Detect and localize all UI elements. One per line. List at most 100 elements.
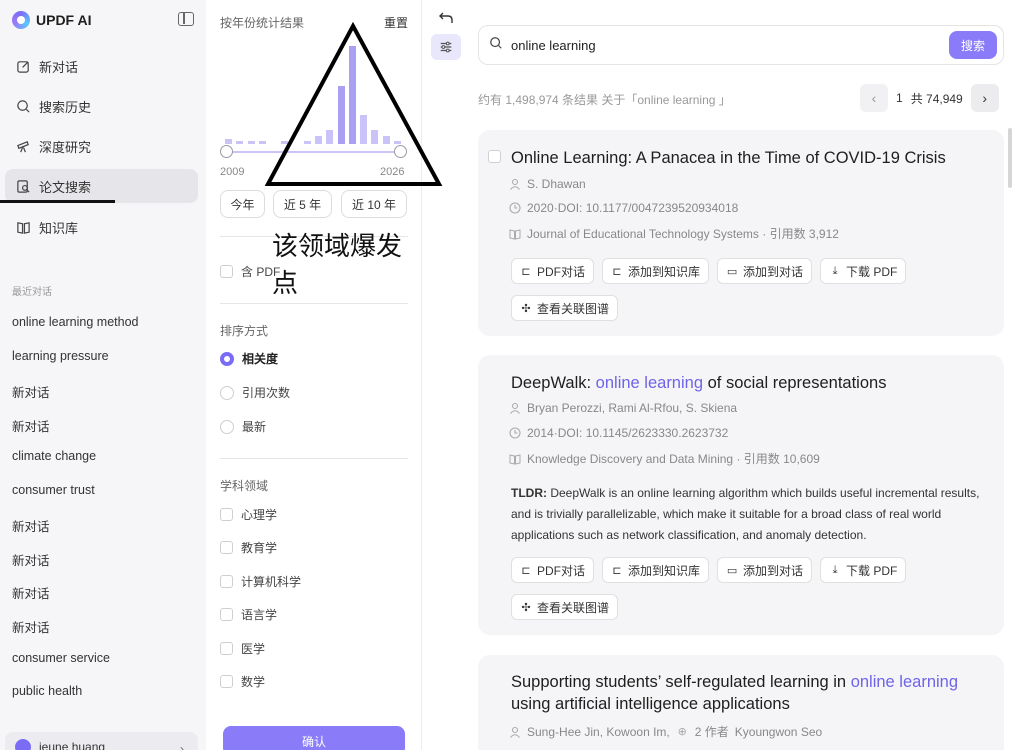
recent-chat-item[interactable]: 新对话 xyxy=(12,416,50,435)
recent-chat-item[interactable]: 新对话 xyxy=(12,617,50,636)
pagination: ‹ 1 共 74,949 › xyxy=(860,82,999,114)
filter-toggle-icon[interactable] xyxy=(431,34,461,60)
search-button[interactable]: 搜索 xyxy=(949,31,997,59)
prev-page-button[interactable]: ‹ xyxy=(860,84,888,112)
view-graph-button[interactable]: ✣ 查看关联图谱 xyxy=(511,594,619,620)
last-author[interactable]: Kyoungwon Seo xyxy=(735,725,822,739)
doi-text: 2014·DOI: 10.1145/2623330.2623732 xyxy=(527,426,729,440)
back-arrow-icon[interactable] xyxy=(436,10,456,30)
sort-option-newest[interactable]: 最新 xyxy=(220,418,266,435)
checkbox[interactable] xyxy=(220,575,233,588)
paper-authors: Sung-Hee Jin, Kowoon Im, ⊕ 2 作者 Kyoungwo… xyxy=(508,723,822,740)
user-name: jeune huang xyxy=(39,740,106,750)
brand: UPDF AI xyxy=(12,10,91,30)
sidebar-item-new-chat[interactable]: 新对话 xyxy=(5,49,198,83)
paper-title[interactable]: Supporting students’ self-regulated lear… xyxy=(511,671,981,715)
histogram-bar xyxy=(393,140,401,144)
sidebar-collapse-icon[interactable] xyxy=(178,12,194,26)
pdf-chat-button[interactable]: ⊏ PDF对话 xyxy=(511,557,595,583)
authors-text[interactable]: Bryan Perozzi, Rami Al-Rfou, S. Skiena xyxy=(527,401,737,415)
recent-chat-item[interactable]: 新对话 xyxy=(12,550,50,569)
title-highlight: online learning xyxy=(595,374,704,392)
select-checkbox[interactable] xyxy=(488,150,501,163)
checkbox[interactable] xyxy=(220,508,233,521)
checkbox[interactable] xyxy=(220,675,233,688)
user-icon xyxy=(508,178,521,191)
radio-button[interactable] xyxy=(220,385,234,400)
paper-authors: Bryan Perozzi, Rami Al-Rfou, S. Skiena xyxy=(508,401,737,415)
year-range-start-handle[interactable] xyxy=(220,145,233,158)
recent-chat-item[interactable]: public health xyxy=(12,684,82,698)
result-card: Supporting students’ self-regulated lear… xyxy=(478,655,1004,750)
filter-10-years-button[interactable]: 近 10 年 xyxy=(341,190,407,218)
year-range-end-handle[interactable] xyxy=(394,145,407,158)
field-option[interactable]: 心理学 xyxy=(220,506,277,523)
recent-chat-item[interactable]: climate change xyxy=(12,449,96,463)
sidebar-item-label: 深度研究 xyxy=(39,139,92,155)
checkbox[interactable] xyxy=(220,642,233,655)
tldr-summary: TLDR: DeepWalk is an online learning alg… xyxy=(511,483,981,546)
year-start-label: 2009 xyxy=(220,166,245,178)
plus-icon[interactable]: ⊕ xyxy=(676,725,689,738)
year-range-track[interactable] xyxy=(226,151,400,153)
recent-chat-item[interactable]: 新对话 xyxy=(12,583,50,602)
recent-chats-heading: 最近对话 xyxy=(12,287,52,298)
filter-this-year-button[interactable]: 今年 xyxy=(220,190,265,218)
search-input[interactable] xyxy=(511,37,931,53)
field-option[interactable]: 教育学 xyxy=(220,539,277,556)
scrollbar-thumb[interactable] xyxy=(1008,128,1012,188)
folder-icon: ▭ xyxy=(726,564,738,577)
checkbox-label: 医学 xyxy=(241,642,266,656)
user-menu[interactable]: jeune huang › xyxy=(5,732,198,750)
pdf-chat-button[interactable]: ⊏ PDF对话 xyxy=(511,258,595,284)
view-graph-button[interactable]: ✣ 查看关联图谱 xyxy=(511,295,619,321)
recent-chat-item[interactable]: 新对话 xyxy=(12,516,50,535)
add-to-chat-button[interactable]: ▭ 添加到对话 xyxy=(717,258,813,284)
add-to-knowledge-base-button[interactable]: ⊏ 添加到知识库 xyxy=(602,258,710,284)
sidebar-item-paper-search[interactable]: 论文搜索 xyxy=(5,169,198,203)
book-icon xyxy=(508,227,521,240)
radio-button[interactable] xyxy=(220,351,234,366)
confirm-button[interactable]: 确认 xyxy=(223,726,405,750)
authors-text[interactable]: S. Dhawan xyxy=(527,177,586,191)
recent-chat-item[interactable]: consumer service xyxy=(12,651,110,665)
avatar xyxy=(15,739,31,750)
graph-icon: ✣ xyxy=(521,601,531,614)
book-icon xyxy=(508,452,521,465)
pdf-only-checkbox[interactable]: 含 PDF xyxy=(220,263,280,280)
add-to-chat-button[interactable]: ▭ 添加到对话 xyxy=(717,557,813,583)
download-pdf-button[interactable]: ⤓ 下载 PDF xyxy=(820,258,907,284)
edit-icon xyxy=(15,58,31,74)
book-open-icon: ⊏ xyxy=(521,564,531,577)
field-option[interactable]: 计算机科学 xyxy=(220,573,301,590)
annotation-underline xyxy=(0,200,115,203)
sort-option-citations[interactable]: 引用次数 xyxy=(220,384,290,401)
field-option[interactable]: 语言学 xyxy=(220,606,277,623)
paper-title[interactable]: DeepWalk: online learning of social repr… xyxy=(511,372,981,394)
checkbox[interactable] xyxy=(220,265,233,278)
reset-button[interactable]: 重置 xyxy=(384,14,408,31)
field-option[interactable]: 医学 xyxy=(220,640,265,657)
paper-title[interactable]: Online Learning: A Panacea in the Time o… xyxy=(511,147,981,169)
histogram-bar xyxy=(303,140,311,144)
add-to-knowledge-base-button[interactable]: ⊏ 添加到知识库 xyxy=(602,557,710,583)
radio-button[interactable] xyxy=(220,419,234,434)
more-authors[interactable]: 2 作者 xyxy=(695,723,729,740)
filter-5-years-button[interactable]: 近 5 年 xyxy=(273,190,332,218)
next-page-button[interactable]: › xyxy=(970,84,999,112)
sidebar-item-search-history[interactable]: 搜索历史 xyxy=(5,89,198,123)
authors-text[interactable]: Sung-Hee Jin, Kowoon Im, xyxy=(527,725,670,739)
recent-chat-item[interactable]: consumer trust xyxy=(12,483,95,497)
recent-chat-item[interactable]: online learning method xyxy=(12,315,138,329)
recent-chat-item[interactable]: learning pressure xyxy=(12,349,109,363)
download-pdf-button[interactable]: ⤓ 下载 PDF xyxy=(820,557,907,583)
field-option[interactable]: 数学 xyxy=(220,673,265,690)
sidebar-item-deep-research[interactable]: 深度研究 xyxy=(5,129,198,163)
checkbox[interactable] xyxy=(220,541,233,554)
histogram-bar xyxy=(326,130,334,144)
recent-chat-item[interactable]: 新对话 xyxy=(12,382,50,401)
paper-venue: Knowledge Discovery and Data Mining · 引用… xyxy=(508,450,820,467)
checkbox[interactable] xyxy=(220,608,233,621)
sort-option-relevance[interactable]: 相关度 xyxy=(220,350,278,367)
sidebar-item-knowledge-base[interactable]: 知识库 xyxy=(5,210,198,244)
